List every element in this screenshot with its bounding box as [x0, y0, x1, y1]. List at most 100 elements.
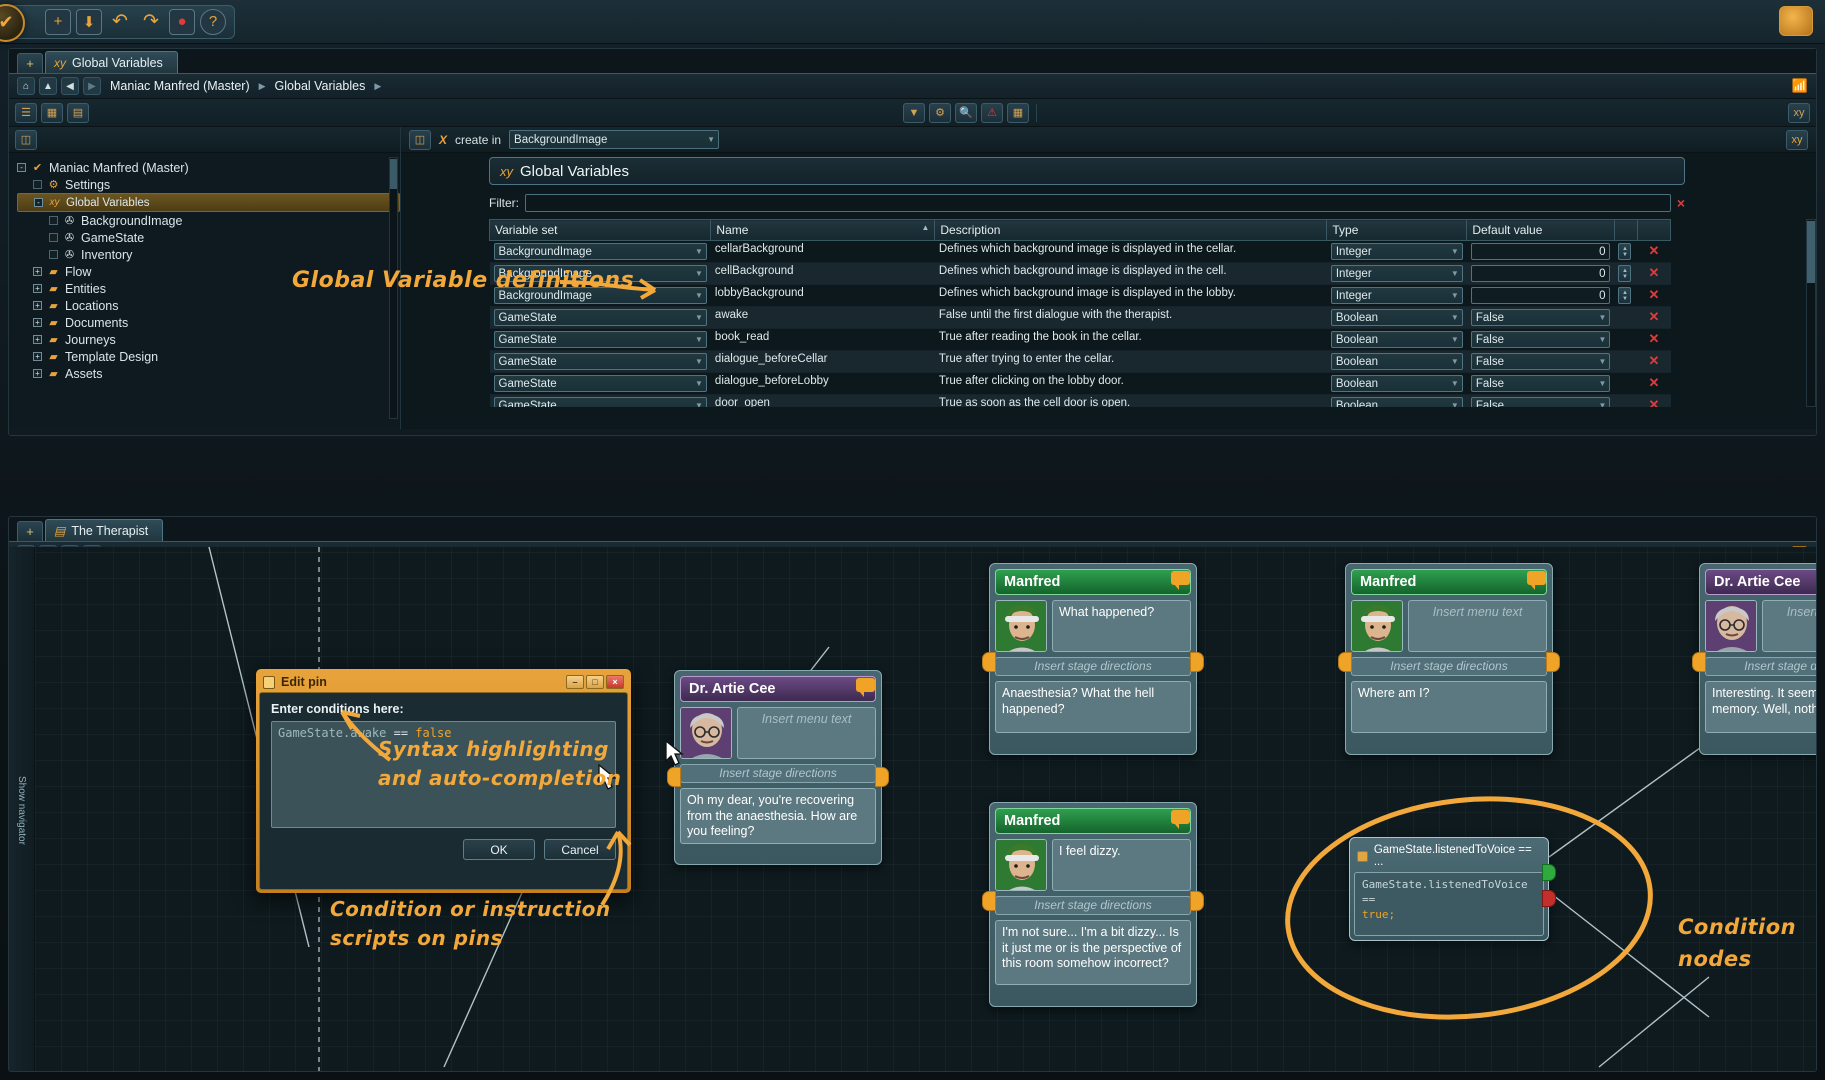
node-menu-text-m3[interactable]: Insert menu text [1408, 600, 1547, 652]
table-row[interactable]: GameState▼awakeFalse until the first dia… [490, 307, 1671, 329]
type-select[interactable]: Integer▼ [1331, 243, 1463, 260]
add-tab-button-bottom[interactable]: + [17, 521, 43, 541]
variable-set-select[interactable]: BackgroundImage▼ [494, 243, 707, 260]
warning-icon[interactable]: ⚠ [981, 103, 1003, 123]
variable-set-select[interactable]: BackgroundImage▼ [494, 265, 707, 282]
table-row[interactable]: GameState▼book_readTrue after reading th… [490, 329, 1671, 351]
list-view-icon[interactable]: ☰ [15, 103, 37, 123]
node-stage-directions-m1[interactable]: Insert stage directions [995, 657, 1191, 676]
tree-scrollbar[interactable] [389, 157, 398, 419]
delete-row-button[interactable]: ✕ [1637, 351, 1670, 373]
flow-canvas[interactable]: Dr. Artie Cee [9, 547, 1817, 1072]
table-row[interactable]: GameState▼door_openTrue as soon as the c… [490, 395, 1671, 408]
tree-expander-icon[interactable] [49, 250, 58, 259]
type-select[interactable]: Integer▼ [1331, 287, 1463, 304]
dialog-titlebar[interactable]: Edit pin – □ × [259, 672, 628, 692]
variable-set-select[interactable]: GameState▼ [494, 375, 707, 392]
home-icon[interactable]: ⌂ [17, 77, 35, 95]
tree-expander-icon[interactable]: + [33, 369, 42, 378]
cancel-button[interactable]: Cancel [544, 839, 616, 860]
node-stage-directions-m3[interactable]: Insert stage directions [1351, 657, 1547, 676]
dialogue-node-manfred-1[interactable]: Manfred [989, 563, 1197, 755]
table-row[interactable]: GameState▼dialogue_beforeCellarTrue afte… [490, 351, 1671, 373]
cell-description[interactable]: Defines which background image is displa… [935, 285, 1327, 307]
tree-expander-icon[interactable]: + [33, 267, 42, 276]
value-stepper[interactable]: ▲▼ [1618, 265, 1631, 282]
cell-name[interactable]: cellarBackground [711, 241, 935, 263]
node-body-text-m3[interactable]: Where am I? [1351, 681, 1547, 733]
node-input-pin-a2[interactable] [1692, 652, 1706, 672]
redo-icon[interactable]: ↷ [138, 9, 164, 35]
cell-description[interactable]: True after reading the book in the cella… [935, 329, 1327, 351]
column-header-description[interactable]: Description [935, 220, 1327, 241]
cell-name[interactable]: dialogue_beforeLobby [711, 373, 935, 395]
delete-row-button[interactable]: ✕ [1637, 263, 1670, 285]
minimize-button[interactable]: – [566, 675, 584, 689]
node-speaker-header-m3[interactable]: Manfred [1351, 569, 1547, 595]
tree-item-locations[interactable]: +▰Locations [17, 297, 400, 314]
type-select[interactable]: Boolean▼ [1331, 331, 1463, 348]
type-select[interactable]: Boolean▼ [1331, 397, 1463, 407]
tree-expander-icon[interactable] [49, 233, 58, 242]
node-body-text-m2[interactable]: I'm not sure... I'm a bit dizzy... Is it… [995, 920, 1191, 985]
undo-icon[interactable]: ↶ [107, 9, 133, 35]
delete-row-button[interactable]: ✕ [1637, 395, 1670, 408]
node-speaker-header-m1[interactable]: Manfred [995, 569, 1191, 595]
tree-expander-icon[interactable]: + [33, 318, 42, 327]
stepper-down-icon[interactable]: ▼ [1622, 274, 1628, 280]
delete-row-button[interactable]: ✕ [1637, 285, 1670, 307]
variable-set-select[interactable]: BackgroundImage▼ [494, 287, 707, 304]
tree-item-documents[interactable]: +▰Documents [17, 314, 400, 331]
type-select[interactable]: Boolean▼ [1331, 353, 1463, 370]
delete-row-button[interactable]: ✕ [1637, 241, 1670, 263]
tree-view-icon[interactable]: ▤ [67, 103, 89, 123]
help-icon[interactable]: ? [200, 9, 226, 35]
cell-description[interactable]: True after trying to enter the cellar. [935, 351, 1327, 373]
tree-expander-icon[interactable]: - [34, 198, 43, 207]
edit-pin-dialog[interactable]: Edit pin – □ × Enter conditions here: Ga… [256, 669, 631, 893]
node-body-text-a2[interactable]: Interesting. It seems you memory. Well, … [1705, 681, 1817, 733]
tree-item-global-variables[interactable]: -xyGlobal Variables [17, 193, 400, 212]
node-input-pin-m1[interactable] [982, 652, 996, 672]
grid-icon[interactable]: ▦ [1007, 103, 1029, 123]
xy-panel-icon[interactable]: xy [1788, 103, 1810, 123]
value-stepper[interactable]: ▲▼ [1618, 243, 1631, 260]
default-value-select[interactable]: False▼ [1471, 309, 1611, 326]
node-output-pin[interactable] [875, 767, 889, 787]
cell-name[interactable]: dialogue_beforeCellar [711, 351, 935, 373]
cell-description[interactable]: Defines which background image is displa… [935, 263, 1327, 285]
tree-expander-icon[interactable]: + [33, 301, 42, 310]
cell-name[interactable]: lobbyBackground [711, 285, 935, 307]
default-value-input[interactable]: 0 [1471, 265, 1611, 282]
node-input-pin[interactable] [667, 767, 681, 787]
node-input-pin-m2[interactable] [982, 891, 996, 911]
node-stage-directions-m2[interactable]: Insert stage directions [995, 896, 1191, 915]
node-menu-text-a2[interactable]: Insert menu text [1762, 600, 1817, 652]
node-input-pin-m3[interactable] [1338, 652, 1352, 672]
default-value-select[interactable]: False▼ [1471, 331, 1611, 348]
dialogue-node-manfred-2[interactable]: Manfred [989, 802, 1197, 1007]
delete-row-button[interactable]: ✕ [1637, 373, 1670, 395]
create-in-select[interactable]: BackgroundImage ▼ [509, 130, 719, 149]
column-header-variable-set[interactable]: Variable set [490, 220, 711, 241]
tree-item-entities[interactable]: +▰Entities [17, 280, 400, 297]
tree-expander-icon[interactable] [33, 180, 42, 189]
value-stepper[interactable]: ▲▼ [1618, 287, 1631, 304]
node-body-text[interactable]: Oh my dear, you're recovering from the a… [680, 788, 876, 844]
tree-scrollbar-thumb[interactable] [390, 159, 397, 189]
app-logo-icon[interactable]: ✔ [0, 4, 25, 42]
type-select[interactable]: Integer▼ [1331, 265, 1463, 282]
ok-button[interactable]: OK [463, 839, 535, 860]
table-scrollbar[interactable] [1806, 219, 1816, 407]
table-row[interactable]: BackgroundImage▼lobbyBackgroundDefines w… [490, 285, 1671, 307]
add-tab-button[interactable]: + [17, 53, 43, 73]
node-stage-directions-a2[interactable]: Insert stage directions [1705, 657, 1817, 676]
tree-item-journeys[interactable]: +▰Journeys [17, 331, 400, 348]
tree-item-settings[interactable]: ⚙Settings [17, 176, 400, 193]
node-output-pin-m3[interactable] [1546, 652, 1560, 672]
default-value-select[interactable]: False▼ [1471, 353, 1611, 370]
alert-icon[interactable]: ● [169, 9, 195, 35]
column-header-type[interactable]: Type [1327, 220, 1467, 241]
type-select[interactable]: Boolean▼ [1331, 375, 1463, 392]
tab-global-variables[interactable]: xy Global Variables [45, 51, 178, 73]
